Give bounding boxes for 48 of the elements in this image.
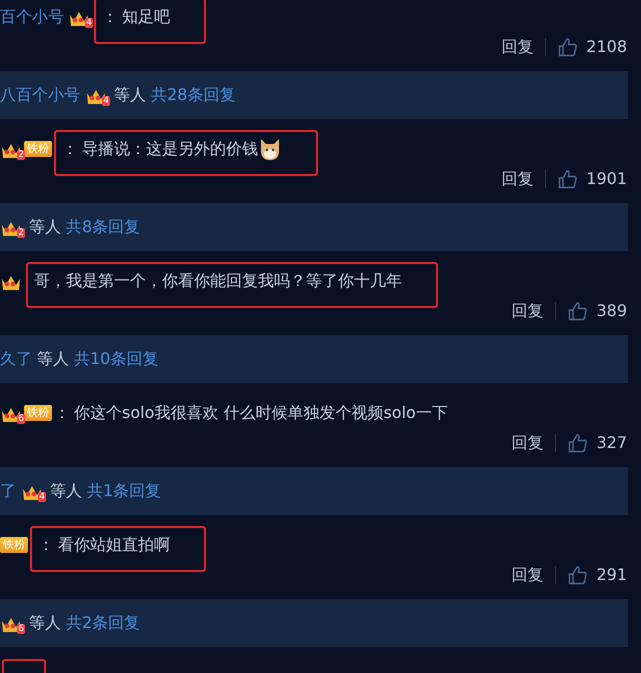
others-label: 等人 xyxy=(29,216,61,238)
reply-link[interactable]: 回复 xyxy=(501,167,534,191)
level-badge: 6 xyxy=(17,624,25,634)
username-link[interactable]: 八百个小号 xyxy=(0,83,80,107)
reply-link[interactable]: 回复 xyxy=(511,299,544,323)
reply-count-link[interactable]: 共10条回复 xyxy=(74,347,158,371)
fan-badge: 铁粉 xyxy=(24,141,52,157)
comment-text: 看你站姐直拍啊 xyxy=(58,534,170,556)
reply-link[interactable]: 回复 xyxy=(511,563,544,587)
level-badge: 4 xyxy=(85,18,93,28)
colon-separator: ： xyxy=(38,534,54,556)
reply-count-link[interactable]: 共28条回复 xyxy=(151,83,236,107)
reply-count-link[interactable]: 共1条回复 xyxy=(87,479,162,503)
reply-count-link[interactable]: 共8条回复 xyxy=(66,215,140,239)
thumbs-up-icon[interactable] xyxy=(568,301,588,321)
others-label: 等人 xyxy=(37,348,69,370)
reply-link[interactable]: 回复 xyxy=(501,35,534,59)
others-label: 等人 xyxy=(50,480,82,502)
colon-separator: ： xyxy=(54,402,70,424)
level-badge: 4 xyxy=(38,492,46,502)
like-count: 2108 xyxy=(586,36,627,58)
comment-text: 知足吧 xyxy=(122,6,170,28)
level-badge: 2 xyxy=(17,150,25,160)
like-count: 389 xyxy=(596,300,627,322)
thumbs-up-icon[interactable] xyxy=(568,565,588,585)
others-label: 等人 xyxy=(114,84,146,106)
colon-separator: ： xyxy=(102,6,118,28)
comment-text: 导播说：这是另外的价钱 xyxy=(82,138,258,160)
level-badge: 6 xyxy=(17,414,25,424)
like-count: 327 xyxy=(596,432,627,454)
username-link[interactable]: 久了 xyxy=(0,347,32,371)
thumbs-up-icon[interactable] xyxy=(558,169,578,189)
thumbs-up-icon[interactable] xyxy=(558,37,578,57)
comment-text: 哥，我是第一个，你看你能回复我吗？等了你十几年 xyxy=(34,270,402,292)
username-link[interactable]: 百个小号 xyxy=(0,5,64,29)
fan-badge: 铁粉 xyxy=(24,405,52,421)
reply-count-link[interactable]: 共2条回复 xyxy=(66,611,140,635)
colon-separator: ： xyxy=(62,138,78,160)
reply-link[interactable]: 回复 xyxy=(511,431,544,455)
fan-badge: 铁粉 xyxy=(0,537,28,553)
level-badge: 2 xyxy=(17,228,25,238)
like-count: 291 xyxy=(596,564,627,586)
others-label: 等人 xyxy=(29,612,61,634)
thumbs-up-icon[interactable] xyxy=(568,433,588,453)
username-link[interactable]: 了 xyxy=(0,479,16,503)
comment-text: 你这个solo我很喜欢 什么时候单独发个视频solo一下 xyxy=(74,402,448,424)
level-badge: 4 xyxy=(102,96,110,106)
like-count: 1901 xyxy=(586,168,627,190)
